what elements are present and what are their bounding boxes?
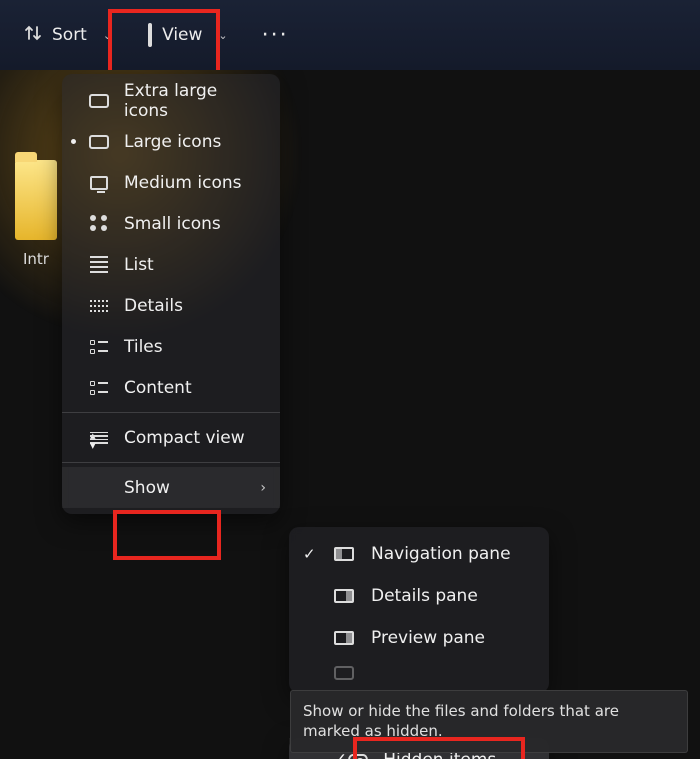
panel-icon	[88, 131, 110, 153]
blank-icon	[88, 477, 110, 499]
menu-item-label: Details pane	[371, 586, 478, 606]
menu-separator	[62, 412, 280, 413]
menu-item-tiles[interactable]: Tiles	[62, 326, 280, 367]
menu-item-content[interactable]: Content	[62, 367, 280, 408]
tiles-icon	[88, 336, 110, 358]
grid4-icon	[88, 213, 110, 235]
menu-item-preview-pane[interactable]: Preview pane	[289, 617, 549, 659]
menu-item-compact-view[interactable]: ▴▾ Compact view	[62, 417, 280, 458]
menu-item-medium-icons[interactable]: Medium icons	[62, 162, 280, 203]
menu-item-label: Tiles	[124, 337, 163, 357]
menu-item-list[interactable]: List	[62, 244, 280, 285]
more-button[interactable]: ···	[250, 15, 301, 56]
highlight-show-item	[113, 510, 221, 560]
menu-item-label: Details	[124, 296, 183, 316]
details-icon	[88, 295, 110, 317]
view-label: View	[162, 25, 202, 45]
sort-icon	[24, 25, 42, 46]
pane-right-icon	[333, 627, 355, 649]
content-area: Intr Extra large icons Large icons Mediu…	[0, 70, 700, 759]
toolbar: Sort ⌄ View ⌄ ···	[0, 0, 700, 70]
monitor-icon	[88, 172, 110, 194]
menu-item-label: Preview pane	[371, 628, 485, 648]
panel-icon	[88, 90, 110, 112]
tooltip-text: Show or hide the files and folders that …	[303, 702, 619, 740]
list-icon	[88, 254, 110, 276]
folder-label: Intr	[6, 250, 66, 268]
menu-item-label: Extra large icons	[124, 81, 266, 121]
view-menu: Extra large icons Large icons Medium ico…	[62, 74, 280, 514]
menu-item-obscured[interactable]	[289, 659, 549, 687]
chevron-down-icon: ⌄	[218, 29, 227, 42]
menu-item-label: Large icons	[124, 132, 221, 152]
menu-item-large-icons[interactable]: Large icons	[62, 121, 280, 162]
folder-item[interactable]: Intr	[6, 160, 66, 268]
sort-button[interactable]: Sort ⌄	[10, 17, 126, 54]
menu-item-navigation-pane[interactable]: ✓ Navigation pane	[289, 533, 549, 575]
compact-icon: ▴▾	[88, 427, 110, 449]
menu-item-details[interactable]: Details	[62, 285, 280, 326]
menu-item-show[interactable]: Show ›	[62, 467, 280, 508]
pane-left-icon	[333, 543, 355, 565]
check-icon: ✓	[303, 545, 316, 563]
view-icon	[148, 25, 152, 45]
menu-item-label: Show	[124, 478, 170, 498]
show-submenu: ✓ Navigation pane Details pane Preview p…	[289, 527, 549, 693]
menu-item-label: Content	[124, 378, 192, 398]
folder-icon	[333, 662, 355, 684]
selected-bullet	[71, 139, 76, 144]
sort-label: Sort	[52, 25, 87, 45]
menu-item-label: Navigation pane	[371, 544, 511, 564]
menu-item-label: Medium icons	[124, 173, 241, 193]
menu-item-extra-large-icons[interactable]: Extra large icons	[62, 80, 280, 121]
menu-item-label: List	[124, 255, 154, 275]
chevron-down-icon: ⌄	[103, 29, 112, 42]
menu-item-small-icons[interactable]: Small icons	[62, 203, 280, 244]
tooltip-hidden-items: Show or hide the files and folders that …	[290, 690, 688, 753]
menu-item-details-pane[interactable]: Details pane	[289, 575, 549, 617]
menu-separator	[62, 462, 280, 463]
content-icon	[88, 377, 110, 399]
view-button[interactable]: View ⌄	[134, 17, 242, 53]
chevron-right-icon: ›	[260, 480, 266, 496]
pane-right-icon	[333, 585, 355, 607]
menu-item-label: Small icons	[124, 214, 221, 234]
menu-item-label: Compact view	[124, 428, 245, 448]
folder-icon	[15, 160, 57, 240]
